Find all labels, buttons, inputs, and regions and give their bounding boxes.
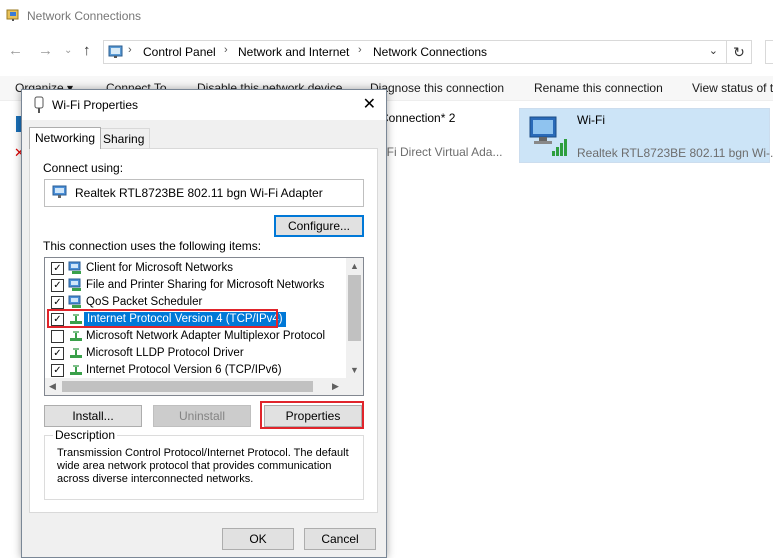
breadcrumb-separator: › xyxy=(128,44,132,56)
breadcrumb-network-internet[interactable]: Network and Internet xyxy=(238,45,349,59)
network-client-icon xyxy=(68,261,84,278)
list-item-label: Microsoft LLDP Protocol Driver xyxy=(86,347,244,359)
adapter-field: Realtek RTL8723BE 802.11 bgn Wi-Fi Adapt… xyxy=(44,179,364,207)
horizontal-scrollbar[interactable]: ◀ ▶ xyxy=(45,378,363,395)
recent-chevron-icon[interactable]: ⌄ xyxy=(64,45,72,56)
tab-sharing[interactable]: Sharing xyxy=(97,128,151,149)
up-arrow-icon[interactable]: ↑ xyxy=(83,42,91,59)
list-item[interactable]: Microsoft Network Adapter Multiplexor Pr… xyxy=(45,328,345,345)
checkbox-checked[interactable]: ✓ xyxy=(51,296,64,309)
vertical-scroll-thumb[interactable] xyxy=(348,275,361,341)
breadcrumb-network-connections[interactable]: Network Connections xyxy=(373,45,487,59)
checkbox-checked[interactable]: ✓ xyxy=(51,262,64,275)
scroll-right-icon[interactable]: ▶ xyxy=(332,381,339,392)
list-item[interactable]: ✓ Client for Microsoft Networks xyxy=(45,260,345,277)
description-legend: Description xyxy=(53,428,118,442)
vertical-scrollbar[interactable]: ▲ ▼ xyxy=(346,258,363,378)
list-item-label: Microsoft Network Adapter Multiplexor Pr… xyxy=(86,330,326,342)
breadcrumb-separator: › xyxy=(358,44,362,56)
cancel-button[interactable]: Cancel xyxy=(304,528,376,550)
description-group: Description Transmission Control Protoco… xyxy=(44,428,364,500)
scroll-up-icon[interactable]: ▲ xyxy=(350,261,359,271)
diagnose-button[interactable]: Diagnose this connection xyxy=(370,81,504,95)
items-label: This connection uses the following items… xyxy=(43,239,262,253)
network-protocol-icon xyxy=(68,346,84,363)
explorer-titlebar: Network Connections xyxy=(0,0,773,32)
refresh-icon[interactable]: ↻ xyxy=(726,40,752,64)
network-client-icon xyxy=(68,278,84,295)
address-dropdown-icon[interactable]: ⌄ xyxy=(709,44,718,57)
connect-using-label: Connect using: xyxy=(43,161,124,175)
breadcrumb-control-panel[interactable]: Control Panel xyxy=(143,45,216,59)
dialog-titlebar: Wi-Fi Properties ✕ xyxy=(22,90,386,120)
list-item-label: Client for Microsoft Networks xyxy=(86,262,233,274)
wifi-connection-item[interactable]: Wi-Fi Realtek RTL8723BE 802.11 bgn Wi-..… xyxy=(519,108,773,163)
list-item-label: QoS Packet Scheduler xyxy=(86,296,203,308)
wifi-properties-icon xyxy=(32,96,46,117)
address-bar-row: ← → ⌄ ↑ › Control Panel › Network and In… xyxy=(0,36,773,66)
network-protocol-icon xyxy=(68,329,84,346)
checkbox-checked[interactable]: ✓ xyxy=(51,279,64,292)
properties-highlight xyxy=(260,401,364,429)
horizontal-scroll-thumb[interactable] xyxy=(62,381,313,392)
wifi-connection-desc: Realtek RTL8723BE 802.11 bgn Wi-... xyxy=(577,146,773,160)
install-button[interactable]: Install... xyxy=(44,405,142,427)
scroll-down-icon[interactable]: ▼ xyxy=(350,365,359,375)
ok-button[interactable]: OK xyxy=(222,528,294,550)
connection-2-name: Connection* 2 xyxy=(380,111,456,125)
network-adapter-icon xyxy=(52,185,68,202)
ipv4-highlight xyxy=(47,309,278,328)
list-item[interactable]: ✓ Microsoft LLDP Protocol Driver xyxy=(45,345,345,362)
window-title: Network Connections xyxy=(27,9,142,23)
search-input[interactable] xyxy=(765,40,773,64)
wifi-connection-name: Wi-Fi xyxy=(577,113,605,127)
components-list[interactable]: ✓ Client for Microsoft Networks ✓ File and … xyxy=(44,257,364,396)
adapter-name: Realtek RTL8723BE 802.11 bgn Wi-Fi Adapt… xyxy=(75,186,323,200)
breadcrumb-separator: › xyxy=(224,44,228,56)
list-item-label: Internet Protocol Version 6 (TCP/IPv6) xyxy=(86,364,282,376)
control-panel-icon xyxy=(108,44,124,63)
network-folder-icon xyxy=(6,7,22,26)
list-item-label: File and Printer Sharing for Microsoft N… xyxy=(86,279,325,291)
scroll-left-icon[interactable]: ◀ xyxy=(49,381,56,392)
configure-button[interactable]: Configure... xyxy=(274,215,364,237)
uninstall-button[interactable]: Uninstall xyxy=(153,405,251,427)
close-icon[interactable]: ✕ xyxy=(363,94,376,114)
checkbox-checked[interactable]: ✓ xyxy=(51,364,64,377)
wifi-adapter-icon xyxy=(524,113,572,162)
checkbox-unchecked[interactable] xyxy=(51,330,64,343)
description-text: Transmission Control Protocol/Internet P… xyxy=(57,447,349,485)
networking-panel: Connect using: Realtek RTL8723BE 802.11 … xyxy=(29,148,378,513)
list-item[interactable]: ✓ File and Printer Sharing for Microsoft … xyxy=(45,277,345,294)
checkbox-checked[interactable]: ✓ xyxy=(51,347,64,360)
tab-networking[interactable]: Networking xyxy=(29,127,102,149)
dialog-title: Wi-Fi Properties xyxy=(52,98,139,112)
connection-2-item[interactable]: Connection* 2 i-Fi Direct Virtual Ada... xyxy=(380,111,515,161)
view-status-button[interactable]: View status of t xyxy=(692,81,773,95)
rename-button[interactable]: Rename this connection xyxy=(534,81,663,95)
connection-2-desc: i-Fi Direct Virtual Ada... xyxy=(380,145,503,159)
wifi-properties-dialog: Wi-Fi Properties ✕ Networking Sharing Co… xyxy=(21,89,387,558)
list-item[interactable]: ✓ Internet Protocol Version 6 (TCP/IPv6) xyxy=(45,362,345,379)
address-input[interactable]: › Control Panel › Network and Internet ›… xyxy=(103,40,727,64)
forward-arrow-icon[interactable]: → xyxy=(38,42,53,59)
back-arrow-icon[interactable]: ← xyxy=(8,42,23,59)
